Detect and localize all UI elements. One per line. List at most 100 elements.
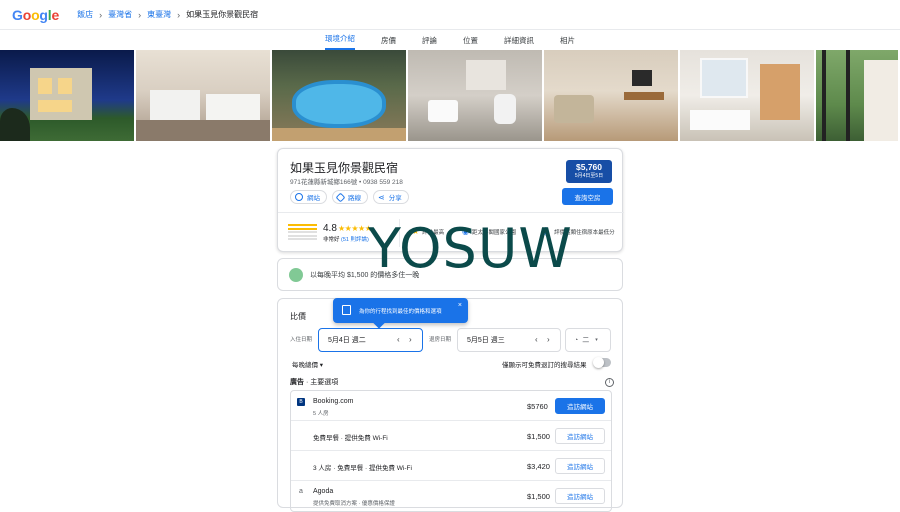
calendar-icon bbox=[342, 305, 351, 315]
offer-description: 3 人房 · 免費早餐 · 提供免費 Wi-Fi bbox=[313, 465, 412, 472]
logo-letter: g bbox=[39, 6, 48, 23]
offer-description: 免費早餐 · 提供免費 Wi-Fi bbox=[313, 435, 388, 442]
price-comparison-card: 比價 入住日期 5月4日 週二 ‹ › 退房日期 5月5日 週三 ‹ › ◔ 二… bbox=[277, 298, 623, 512]
offer-price: $1,500 bbox=[527, 432, 550, 441]
person-icon: ◔ bbox=[574, 336, 579, 344]
tab-details[interactable]: 詳細資訊 bbox=[504, 30, 534, 50]
share-icon: ⋖ bbox=[378, 192, 385, 202]
offer-row[interactable]: B Booking.com 5 人房 $5760 造訪網站 bbox=[291, 391, 611, 421]
visit-site-button[interactable]: 造訪網站 bbox=[555, 458, 605, 474]
star-rating-icon: ★★★★★ bbox=[338, 224, 372, 233]
guests-count: 二 bbox=[582, 337, 590, 344]
visit-site-button[interactable]: 造訪網站 bbox=[555, 398, 605, 414]
hotel-address: 971花蓮縣新城鄉166號 • 0938 559 218 bbox=[290, 179, 403, 186]
directions-button[interactable]: 路線 bbox=[332, 190, 368, 204]
ads-heading: 廣告 · 主要選項 bbox=[290, 377, 338, 387]
breadcrumb-item-hotels[interactable]: 飯店 bbox=[77, 9, 93, 20]
rating-score: 4.8 bbox=[323, 223, 337, 234]
rating-text: 非常好 bbox=[323, 237, 340, 243]
chevron-right-icon: › bbox=[177, 9, 181, 20]
close-icon[interactable]: × bbox=[458, 302, 462, 309]
chevron-left-icon[interactable]: ‹ bbox=[535, 335, 538, 344]
review-count-link[interactable]: (51 則評論) bbox=[341, 237, 369, 243]
photo-vanity[interactable] bbox=[680, 50, 814, 141]
logo-letter: e bbox=[51, 6, 60, 23]
offer-provider: Agoda bbox=[313, 488, 334, 495]
dropdown-arrow-icon: ▾ bbox=[595, 337, 598, 343]
website-button-label: 網站 bbox=[307, 195, 320, 202]
google-logo[interactable]: Google bbox=[12, 7, 59, 23]
logo-letter: o bbox=[22, 6, 32, 23]
offer-price: $5760 bbox=[527, 402, 548, 411]
toggle-knob bbox=[593, 357, 604, 368]
breadcrumb-item-taiwan[interactable]: 臺灣省 bbox=[108, 9, 132, 20]
check-availability-button[interactable]: 查詢空房 bbox=[562, 188, 613, 205]
offer-row[interactable]: 免費早餐 · 提供免費 Wi-Fi $1,500 造訪網站 bbox=[291, 421, 611, 451]
share-button-label: 分享 bbox=[388, 195, 402, 202]
chevron-right-icon[interactable]: › bbox=[409, 335, 412, 344]
calendar-plus-icon bbox=[289, 268, 303, 282]
free-cancellation-toggle[interactable] bbox=[593, 357, 611, 368]
offer-price: $3,420 bbox=[527, 462, 550, 471]
chevron-right-icon: › bbox=[138, 9, 142, 20]
photo-exterior-night[interactable] bbox=[0, 50, 134, 141]
logo-letter: G bbox=[12, 6, 23, 23]
booking-logo-icon: B bbox=[297, 398, 305, 406]
chevron-right-icon: › bbox=[99, 9, 103, 20]
free-cancellation-label: 僅顯示可免費退訂的搜尋結果 bbox=[502, 362, 587, 369]
offer-price: $1,500 bbox=[527, 492, 550, 501]
guests-selector[interactable]: ◔ 二 ▾ bbox=[565, 328, 611, 352]
checkin-date-picker[interactable]: 5月4日 週二 ‹ › bbox=[318, 328, 423, 352]
photo-window-view[interactable] bbox=[816, 50, 898, 141]
breadcrumb-item-current: 如果玉見你景觀民宿 bbox=[186, 10, 259, 19]
rating-label: 非常好 (51 則評論) bbox=[323, 235, 369, 243]
price-badge-amount: $5,760 bbox=[576, 162, 602, 172]
tab-reviews[interactable]: 評論 bbox=[422, 30, 437, 50]
date-tip-tooltip: 為你的行程找到最佳的價格和選項 × bbox=[333, 298, 468, 329]
tab-prices[interactable]: 房價 bbox=[381, 30, 396, 50]
section-tabs: 環境介紹 房價 評論 位置 詳細資訊 相片 bbox=[0, 30, 900, 50]
checkout-date-value: 5月5日 週三 bbox=[467, 337, 505, 344]
visit-site-button[interactable]: 造訪網站 bbox=[555, 488, 605, 504]
chevron-left-icon[interactable]: ‹ bbox=[397, 335, 400, 344]
offer-subtitle: 5 人房 bbox=[313, 411, 329, 417]
offer-provider: Booking.com bbox=[313, 398, 354, 405]
rating-distribution-icon bbox=[288, 224, 317, 241]
photo-bedroom[interactable] bbox=[136, 50, 270, 141]
offer-row[interactable]: a Agoda 提供免費取消方案 · 優惠價格保證 $1,500 造訪網站 bbox=[291, 481, 611, 511]
tab-location[interactable]: 位置 bbox=[463, 30, 478, 50]
breadcrumb: 飯店 › 臺灣省 › 東臺灣 › 如果玉見你景觀民宿 bbox=[77, 9, 258, 20]
card-divider bbox=[278, 212, 624, 213]
checkout-date-picker[interactable]: 5月5日 週三 ‹ › bbox=[457, 328, 561, 352]
watermark-logo: YOSUW bbox=[368, 217, 573, 280]
photo-pool[interactable] bbox=[272, 50, 406, 141]
tooltip-text: 為你的行程找到最佳的價格和選項 bbox=[359, 308, 442, 315]
visit-site-button[interactable]: 造訪網站 bbox=[555, 428, 605, 444]
price-section-title: 比價 bbox=[290, 312, 306, 321]
ads-sublabel: · 主要選項 bbox=[304, 379, 339, 386]
photo-living-room[interactable] bbox=[544, 50, 678, 141]
top-bar: Google 飯店 › 臺灣省 › 東臺灣 › 如果玉見你景觀民宿 bbox=[0, 0, 900, 30]
tab-overview[interactable]: 環境介紹 bbox=[325, 30, 355, 50]
offer-row[interactable]: 3 人房 · 免費早餐 · 提供免費 Wi-Fi $3,420 造訪網站 bbox=[291, 451, 611, 481]
chevron-right-icon[interactable]: › bbox=[547, 335, 550, 344]
breadcrumb-item-east-taiwan[interactable]: 東臺灣 bbox=[147, 9, 171, 20]
website-button[interactable]: 網站 bbox=[290, 190, 327, 204]
price-badge-dates: 5月4日至5日 bbox=[574, 173, 604, 179]
share-button[interactable]: ⋖ 分享 bbox=[373, 190, 409, 204]
photo-bathroom[interactable] bbox=[408, 50, 542, 141]
checkin-label: 入住日期 bbox=[290, 337, 313, 343]
checkout-label: 退房日期 bbox=[429, 337, 452, 343]
photo-gallery bbox=[0, 50, 900, 141]
logo-letter: o bbox=[31, 6, 40, 23]
directions-icon bbox=[335, 192, 346, 202]
offers-list: B Booking.com 5 人房 $5760 造訪網站 免費早餐 · 提供免… bbox=[290, 390, 612, 512]
directions-button-label: 路線 bbox=[348, 195, 361, 202]
ads-label: 廣告 bbox=[290, 379, 304, 386]
agoda-logo-icon: a bbox=[299, 488, 303, 495]
info-icon[interactable]: i bbox=[605, 378, 614, 387]
tab-photos[interactable]: 相片 bbox=[560, 30, 575, 50]
price-badge[interactable]: $5,760 5月4日至5日 bbox=[566, 160, 612, 183]
nightly-total-dropdown[interactable]: 每晚總價 ▾ bbox=[292, 359, 323, 369]
hotel-name: 如果玉見你景觀民宿 bbox=[290, 161, 399, 175]
